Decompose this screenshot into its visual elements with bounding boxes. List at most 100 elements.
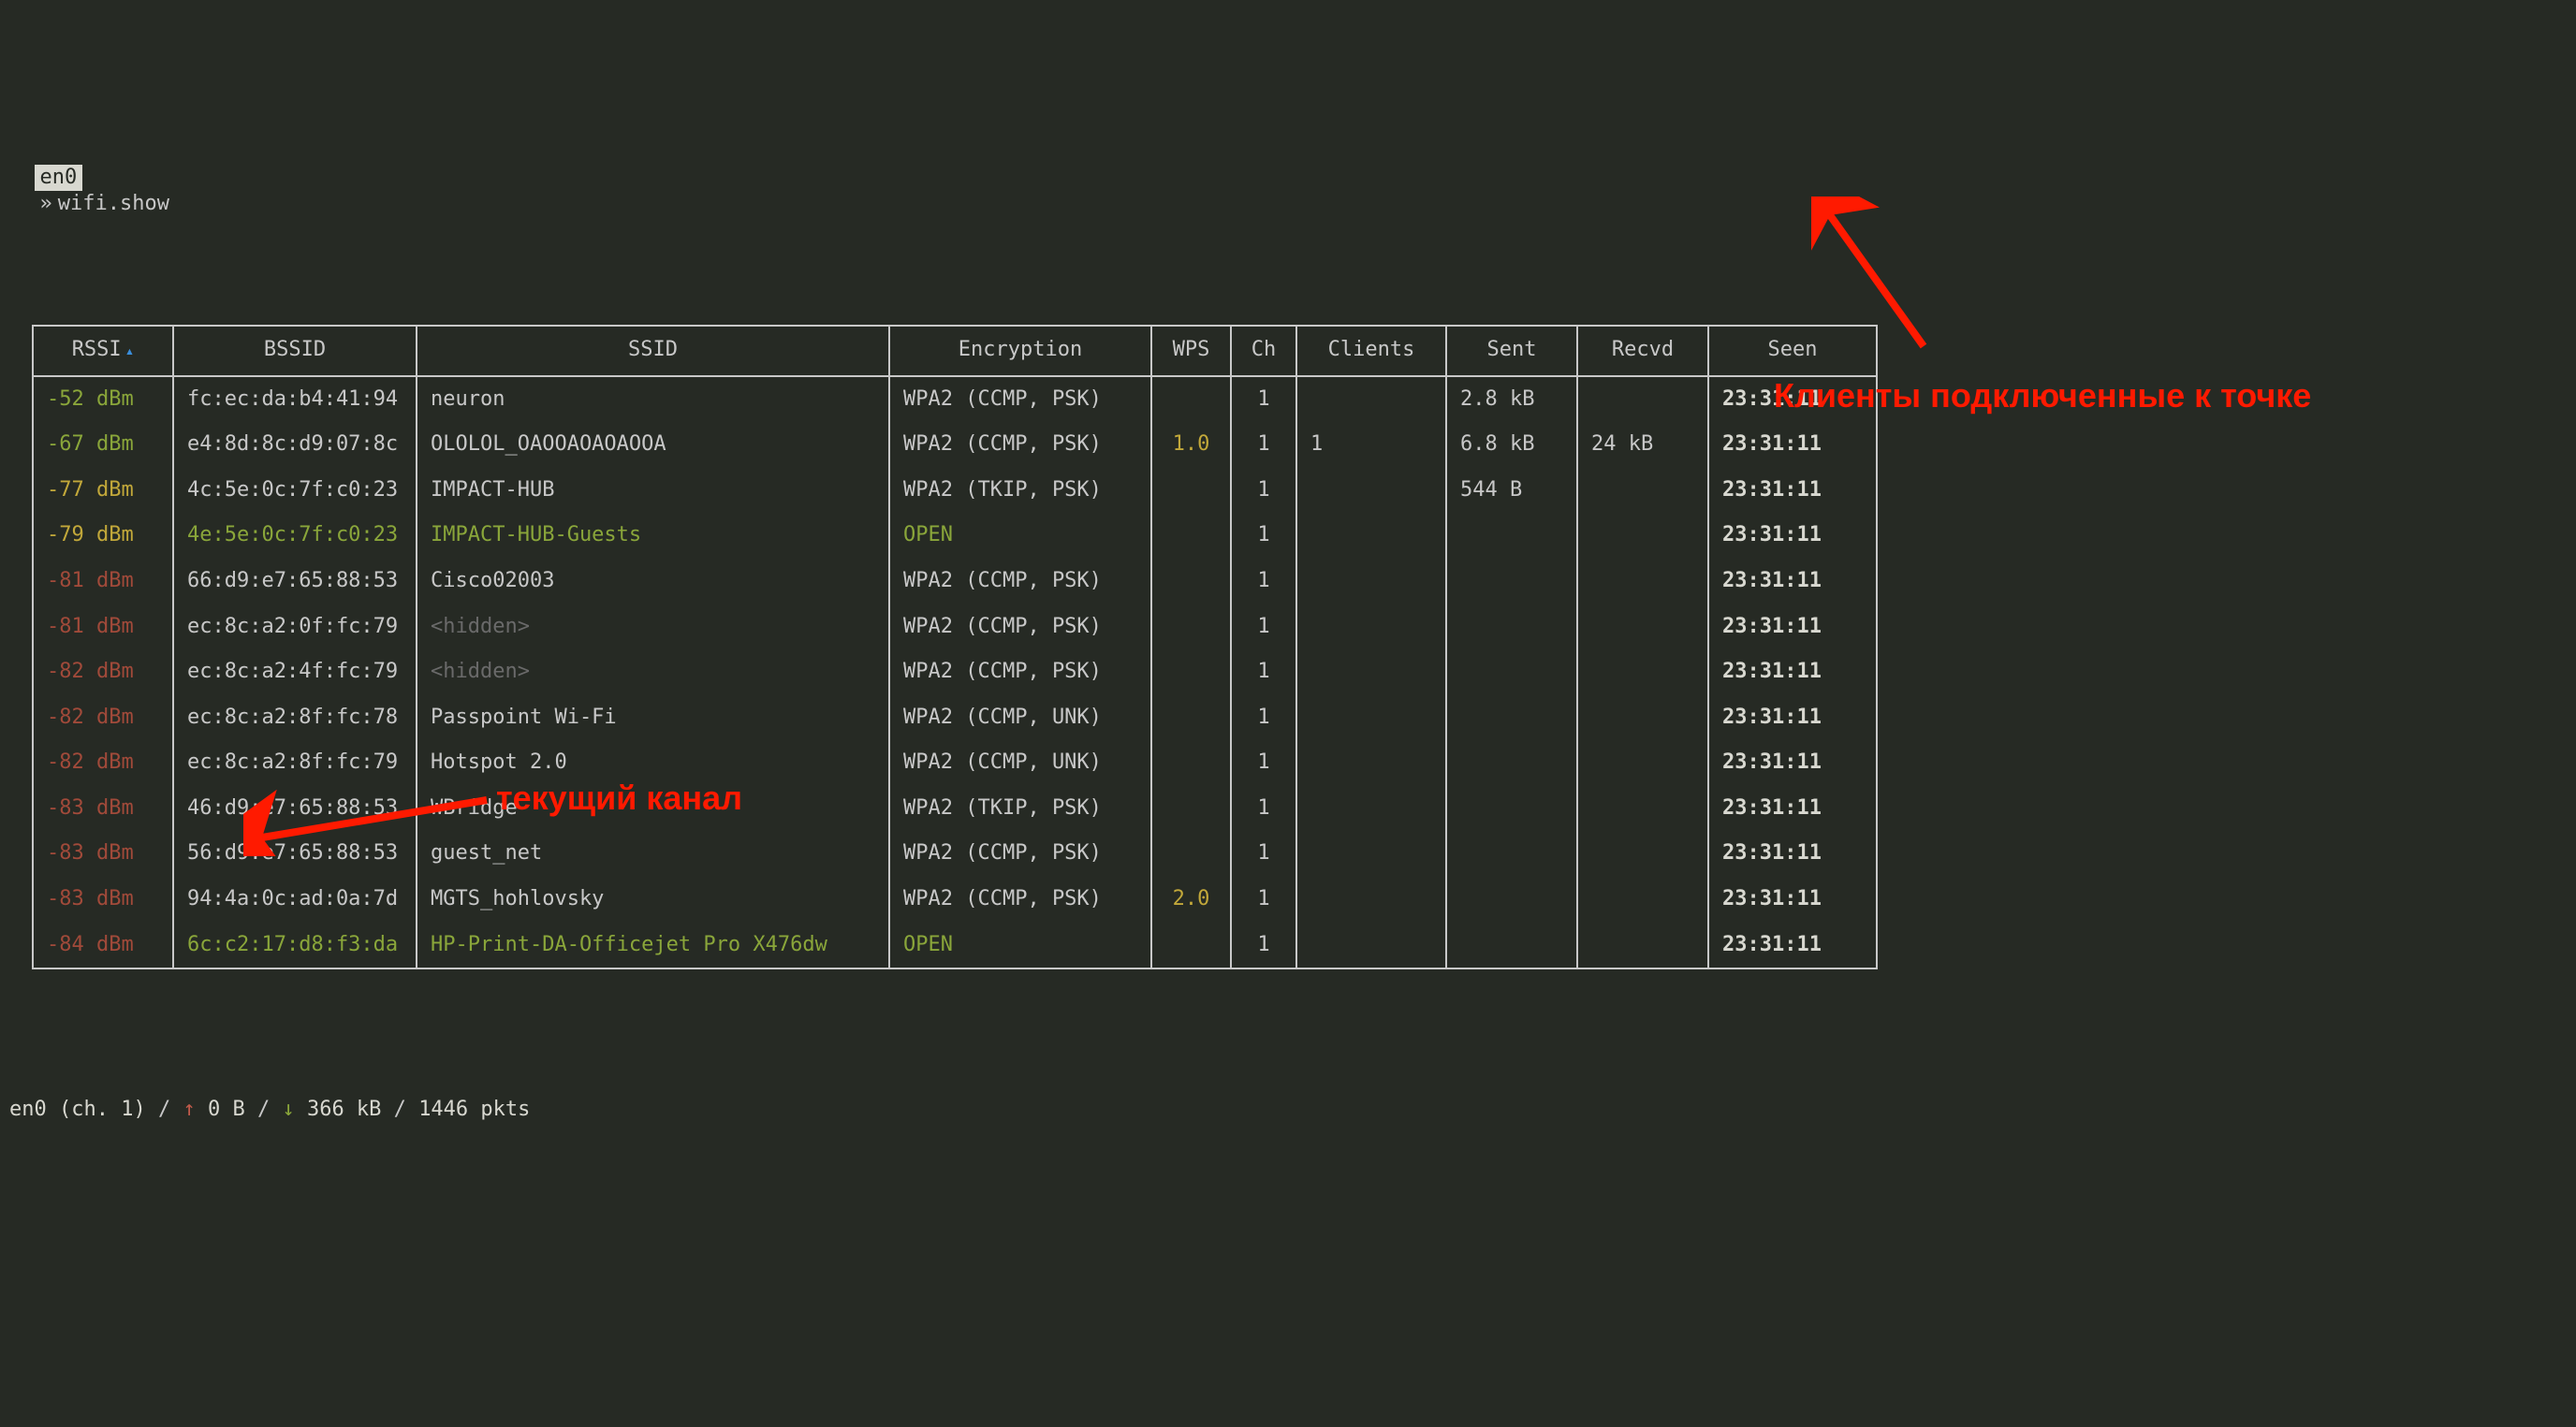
- cell-rssi: -84 dBm: [33, 923, 173, 969]
- cell-ch: 1: [1231, 740, 1296, 786]
- cell-wps: [1151, 468, 1231, 514]
- col-bssid[interactable]: BSSID: [173, 326, 417, 376]
- cell-ssid: neuron: [417, 376, 889, 423]
- table-row[interactable]: -67 dBme4:8d:8c:d9:07:8cOLOLOL_OAOOAOAOA…: [33, 422, 1877, 468]
- prompt-command[interactable]: wifi.show: [58, 192, 169, 215]
- table-row[interactable]: -77 dBm4c:5e:0c:7f:c0:23IMPACT-HUBWPA2 (…: [33, 468, 1877, 514]
- cell-seen: 23:31:11: [1708, 559, 1877, 604]
- cell-rssi: -79 dBm: [33, 513, 173, 559]
- sort-asc-icon: ▴: [125, 342, 135, 359]
- cell-wps: [1151, 604, 1231, 650]
- cell-ch: 1: [1231, 877, 1296, 923]
- cell-sent: [1446, 740, 1577, 786]
- cell-ssid: <hidden>: [417, 604, 889, 650]
- cell-ch: 1: [1231, 513, 1296, 559]
- cell-ssid: Passpoint Wi-Fi: [417, 695, 889, 741]
- table-row[interactable]: -83 dBm94:4a:0c:ad:0a:7dMGTS_hohlovskyWP…: [33, 877, 1877, 923]
- cell-clients: [1296, 695, 1446, 741]
- cell-clients: [1296, 877, 1446, 923]
- cell-recvd: [1577, 649, 1708, 695]
- cell-sent: [1446, 923, 1577, 969]
- cell-wps: [1151, 649, 1231, 695]
- cell-sent: 544 B: [1446, 468, 1577, 514]
- cell-wps: [1151, 559, 1231, 604]
- cell-bssid: 4e:5e:0c:7f:c0:23: [173, 513, 417, 559]
- table-row[interactable]: -81 dBm66:d9:e7:65:88:53Cisco02003WPA2 (…: [33, 559, 1877, 604]
- cell-bssid: ec:8c:a2:8f:fc:78: [173, 695, 417, 741]
- cell-rssi: -83 dBm: [33, 786, 173, 832]
- cell-wps: [1151, 923, 1231, 969]
- col-rssi[interactable]: RSSI▴: [33, 326, 173, 376]
- cell-recvd: [1577, 695, 1708, 741]
- cell-recvd: 24 kB: [1577, 422, 1708, 468]
- table-row[interactable]: -84 dBm6c:c2:17:d8:f3:daHP-Print-DA-Offi…: [33, 923, 1877, 969]
- col-wps[interactable]: WPS: [1151, 326, 1231, 376]
- col-sent[interactable]: Sent: [1446, 326, 1577, 376]
- cell-ssid: guest_net: [417, 831, 889, 877]
- cell-seen: 23:31:11: [1708, 923, 1877, 969]
- table-row[interactable]: -81 dBmec:8c:a2:0f:fc:79<hidden>WPA2 (CC…: [33, 604, 1877, 650]
- cell-clients: [1296, 740, 1446, 786]
- table-row[interactable]: -83 dBm46:d9:e7:65:88:53WBridgeWPA2 (TKI…: [33, 786, 1877, 832]
- cell-recvd: [1577, 559, 1708, 604]
- cell-recvd: [1577, 786, 1708, 832]
- table-row[interactable]: -82 dBmec:8c:a2:8f:fc:78Passpoint Wi-FiW…: [33, 695, 1877, 741]
- cell-recvd: [1577, 831, 1708, 877]
- cell-rssi: -81 dBm: [33, 559, 173, 604]
- cell-recvd: [1577, 604, 1708, 650]
- cell-bssid: ec:8c:a2:4f:fc:79: [173, 649, 417, 695]
- cell-clients: [1296, 649, 1446, 695]
- cell-bssid: ec:8c:a2:0f:fc:79: [173, 604, 417, 650]
- col-recvd[interactable]: Recvd: [1577, 326, 1708, 376]
- cell-ch: 1: [1231, 695, 1296, 741]
- cell-clients: [1296, 468, 1446, 514]
- cell-bssid: 66:d9:e7:65:88:53: [173, 559, 417, 604]
- table-row[interactable]: -52 dBmfc:ec:da:b4:41:94neuronWPA2 (CCMP…: [33, 376, 1877, 423]
- cell-enc: OPEN: [889, 923, 1151, 969]
- col-seen[interactable]: Seen: [1708, 326, 1877, 376]
- cell-rssi: -82 dBm: [33, 740, 173, 786]
- cell-bssid: 6c:c2:17:d8:f3:da: [173, 923, 417, 969]
- cell-enc: WPA2 (TKIP, PSK): [889, 786, 1151, 832]
- cell-rssi: -82 dBm: [33, 695, 173, 741]
- cell-ssid: WBridge: [417, 786, 889, 832]
- status-iface-channel: en0 (ch. 1): [9, 1098, 146, 1121]
- table-row[interactable]: -82 dBmec:8c:a2:8f:fc:79Hotspot 2.0WPA2 …: [33, 740, 1877, 786]
- cell-clients: [1296, 923, 1446, 969]
- cell-seen: 23:31:11: [1708, 604, 1877, 650]
- cell-enc: WPA2 (CCMP, PSK): [889, 831, 1151, 877]
- cell-recvd: [1577, 468, 1708, 514]
- cell-clients: [1296, 513, 1446, 559]
- cell-enc: WPA2 (CCMP, UNK): [889, 740, 1151, 786]
- col-ch[interactable]: Ch: [1231, 326, 1296, 376]
- cell-ch: 1: [1231, 831, 1296, 877]
- table-row[interactable]: -79 dBm4e:5e:0c:7f:c0:23IMPACT-HUB-Guest…: [33, 513, 1877, 559]
- cell-ch: 1: [1231, 559, 1296, 604]
- cell-bssid: e4:8d:8c:d9:07:8c: [173, 422, 417, 468]
- cell-rssi: -52 dBm: [33, 376, 173, 423]
- cell-seen: 23:31:11: [1708, 740, 1877, 786]
- table-row[interactable]: -83 dBm56:d9:e7:65:88:53guest_netWPA2 (C…: [33, 831, 1877, 877]
- cell-rssi: -83 dBm: [33, 831, 173, 877]
- cell-enc: WPA2 (CCMP, PSK): [889, 559, 1151, 604]
- col-encryption[interactable]: Encryption: [889, 326, 1151, 376]
- cell-bssid: fc:ec:da:b4:41:94: [173, 376, 417, 423]
- prompt-line: en0 »wifi.show: [9, 138, 2567, 218]
- cell-ssid: Cisco02003: [417, 559, 889, 604]
- cell-sent: [1446, 559, 1577, 604]
- prompt-interface-badge: en0: [35, 165, 83, 192]
- table-row[interactable]: -82 dBmec:8c:a2:4f:fc:79<hidden>WPA2 (CC…: [33, 649, 1877, 695]
- cell-rssi: -83 dBm: [33, 877, 173, 923]
- cell-recvd: [1577, 376, 1708, 423]
- cell-wps: 1.0: [1151, 422, 1231, 468]
- cell-seen: 23:31:11: [1708, 468, 1877, 514]
- cell-enc: WPA2 (CCMP, PSK): [889, 604, 1151, 650]
- col-clients[interactable]: Clients: [1296, 326, 1446, 376]
- download-arrow-icon: ↓: [282, 1098, 294, 1121]
- cell-ssid: MGTS_hohlovsky: [417, 877, 889, 923]
- cell-seen: 23:31:11: [1708, 877, 1877, 923]
- cell-seen: 23:31:11: [1708, 786, 1877, 832]
- cell-enc: WPA2 (CCMP, PSK): [889, 422, 1151, 468]
- cell-enc: WPA2 (CCMP, PSK): [889, 877, 1151, 923]
- col-ssid[interactable]: SSID: [417, 326, 889, 376]
